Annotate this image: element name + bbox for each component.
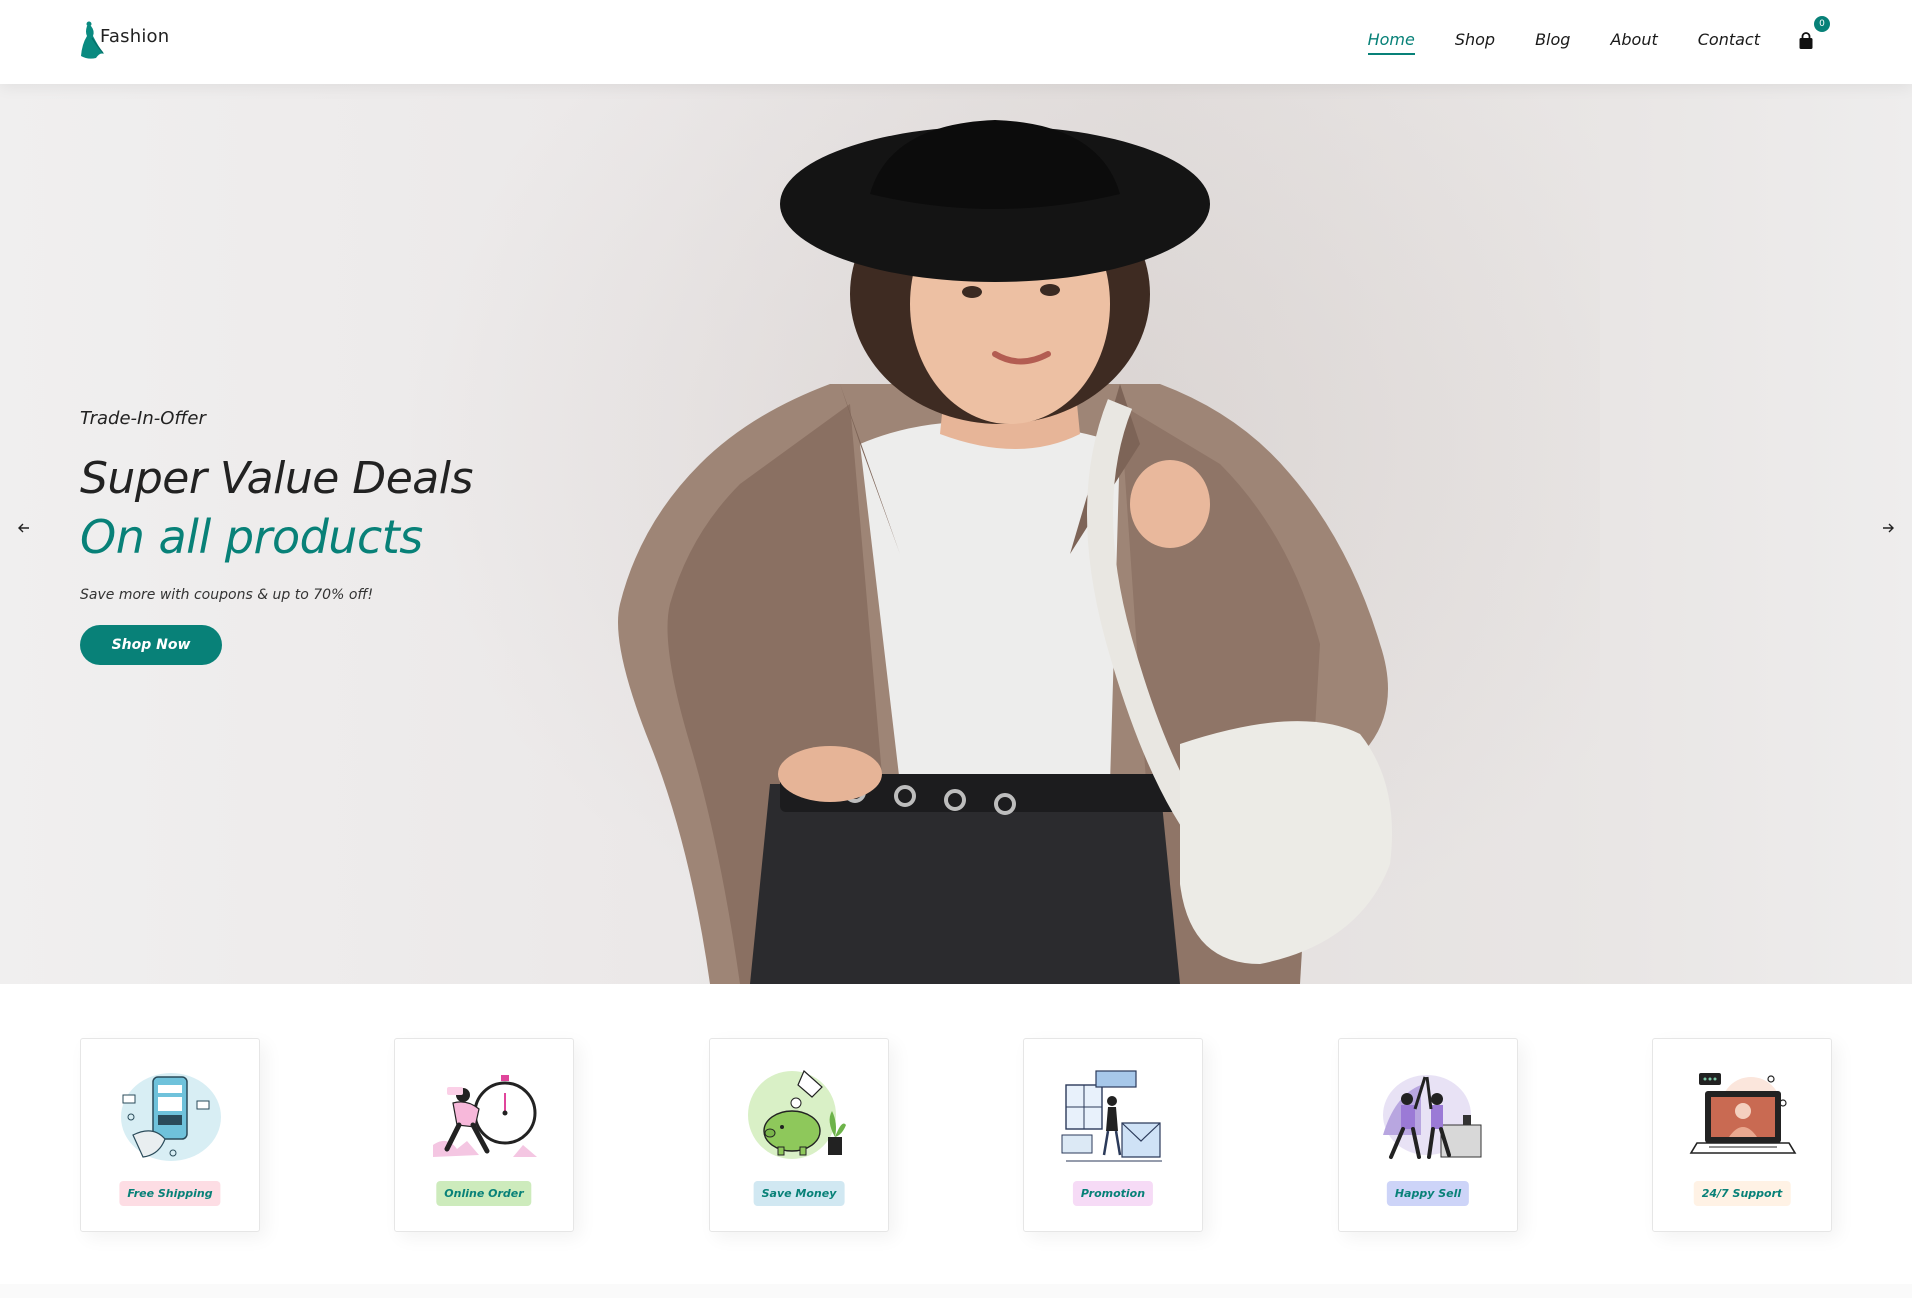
feature-label: Save Money [753,1181,845,1206]
nav-contact[interactable]: Contact [1698,30,1760,55]
hero-title-accent: On all products [80,510,423,564]
arrow-left-icon [18,523,29,533]
feature-label: Happy Sell [1386,1181,1470,1206]
hero-title: Super Value Deals [80,453,473,504]
feature-label: Promotion [1072,1181,1154,1206]
nav-shop[interactable]: Shop [1455,30,1495,55]
feature-card-free-shipping[interactable]: Free Shipping [80,1038,260,1232]
hero-text-block: Trade-In-Offer Super Value Deals On all … [80,408,600,665]
feature-label: Free Shipping [119,1181,221,1206]
feature-card-online-order[interactable]: Online Order [394,1038,574,1232]
shop-now-button[interactable]: Shop Now [80,625,222,665]
section-divider [0,1284,1912,1298]
nav-home[interactable]: Home [1367,30,1416,55]
high-five-icon [1383,1075,1482,1159]
hero-subtitle: Save more with coupons & up to 70% off! [80,587,374,603]
logo-text: Fashion [100,26,170,47]
hero-eyebrow: Trade-In-Offer [80,408,206,429]
nav-blog[interactable]: Blog [1535,30,1570,55]
megaphone-woman-icon [1061,1070,1162,1162]
phone-payment-icon [121,1073,221,1161]
site-header: Fashion Home Shop Blog About Contact 0 [0,0,1912,84]
cart-button[interactable]: 0 [1798,15,1830,50]
feature-label: 24/7 Support [1693,1181,1791,1206]
main-nav: Home Shop Blog About Contact 0 [1328,15,1830,55]
logo[interactable]: Fashion [78,20,169,60]
hero-model-image [618,120,1392,984]
hero-banner: Trade-In-Offer Super Value Deals On all … [0,84,1912,984]
feature-card-promotion[interactable]: Promotion [1023,1038,1203,1232]
feature-card-support[interactable]: 24/7 Support [1652,1038,1832,1232]
features-section: Free Shipping Online Order Save Money Pr… [0,984,1912,1298]
laptop-support-icon [1689,1073,1797,1154]
stopwatch-delivery-icon [433,1075,537,1157]
arrow-right-icon [1883,523,1894,533]
cart-count-badge: 0 [1814,15,1830,32]
feature-card-happy-sell[interactable]: Happy Sell [1338,1038,1518,1232]
nav-about[interactable]: About [1610,30,1657,55]
feature-card-save-money[interactable]: Save Money [709,1038,889,1232]
piggy-bank-icon [748,1069,846,1159]
slider-prev-button[interactable] [16,520,32,536]
shopping-bag-icon [1799,31,1813,49]
feature-label: Online Order [436,1181,532,1206]
slider-next-button[interactable] [1880,520,1896,536]
